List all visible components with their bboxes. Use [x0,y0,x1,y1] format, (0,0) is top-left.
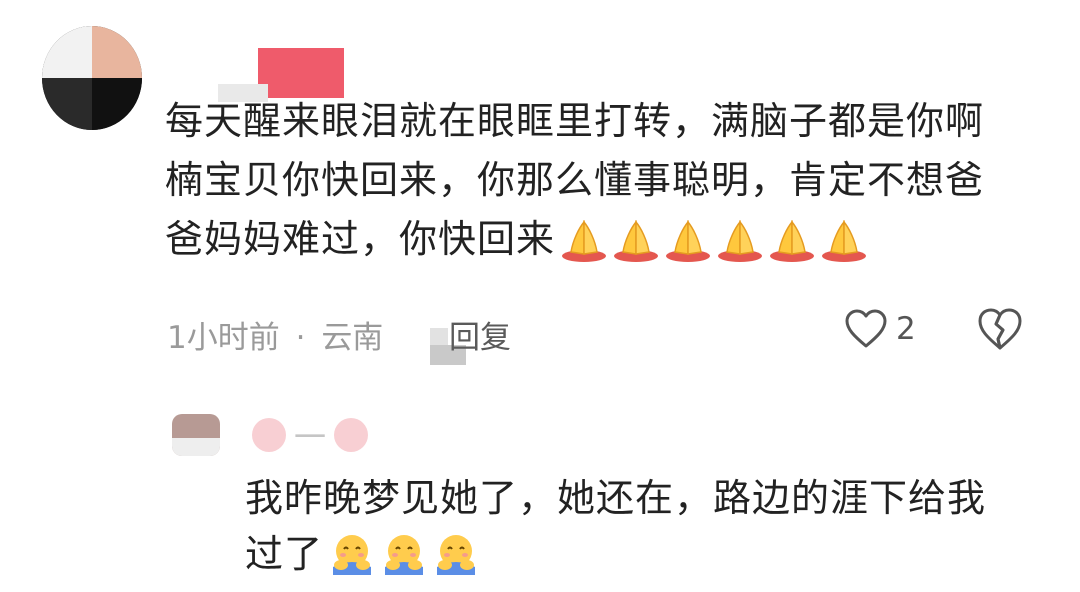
like-button[interactable]: 2 [844,308,916,350]
comment-time: 1小时前 [167,320,280,356]
dislike-button[interactable] [976,306,1024,356]
broken-heart-icon [978,308,1022,350]
reply-avatar[interactable] [172,414,220,456]
folded-hands-emoji [559,218,609,279]
folded-hands-emoji [663,218,713,279]
folded-hands-emoji-row [559,218,871,279]
reply-line: 我昨晚梦见她了，她还在，路边的涯下给我 [245,476,987,520]
folded-hands-emoji [819,218,869,279]
flower-icon [252,418,286,452]
reply-line-text: 过了 [245,532,324,576]
flower-icon [334,418,369,452]
hugging-face-emoji [379,533,429,592]
reply-username[interactable]: 一 [252,412,369,458]
heart-icon [845,309,887,348]
hugging-face-emoji [431,533,481,592]
comment-line: 楠宝贝你快回来，你那么懂事聪明，肯定不想爸 [165,158,985,202]
folded-hands-emoji [611,218,661,279]
comment-location: 云南 [321,320,384,356]
like-count: 2 [896,311,916,347]
folded-hands-emoji [715,218,765,279]
reply-body: 我昨晚梦见她了，她还在，路边的涯下给我 过了 [245,470,1045,592]
hugging-face-emoji [327,533,377,592]
mosaic-block [430,328,448,346]
comment-body: 每天醒来眼泪就在眼眶里打转，满脑子都是你啊 楠宝贝你快回来，你那么懂事聪明，肯定… [165,92,1045,279]
comment-line-text: 爸妈妈难过，你快回来 [165,217,556,261]
reply-username-text: 一 [294,418,327,456]
hugging-face-emoji-row [327,533,483,592]
reply-line: 过了 [245,526,1045,592]
meta-separator: · [295,320,306,356]
comment-line: 爸妈妈难过，你快回来 [165,210,1045,279]
reply-button[interactable]: 回复 [449,312,511,357]
comment-line: 每天醒来眼泪就在眼眶里打转，满脑子都是你啊 [165,99,985,143]
avatar[interactable] [42,26,142,130]
comment-meta: 1小时前 · 云南 [167,312,383,357]
folded-hands-emoji [767,218,817,279]
